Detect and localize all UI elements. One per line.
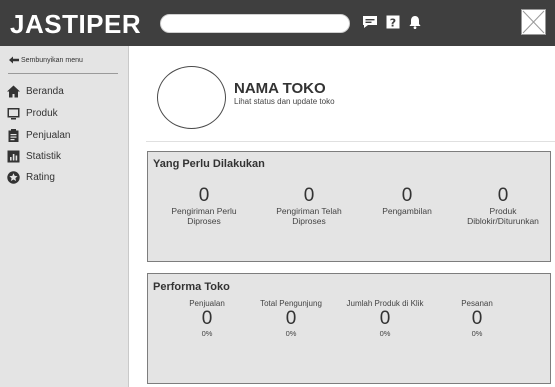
perf-item-visitors[interactable]: Total Pengunjung 0 0% (249, 299, 333, 339)
sidebar-item-label: Statistik (26, 150, 62, 162)
sidebar-item-beranda[interactable]: Beranda (7, 84, 64, 98)
sidebar-item-rating[interactable]: Rating (7, 170, 55, 184)
help-icon[interactable]: ? (385, 14, 401, 30)
stat-value: 0 (471, 308, 483, 329)
stat-value: 0 (201, 308, 213, 329)
stat-label: Pengambilan (382, 206, 432, 216)
star-icon (7, 170, 20, 184)
chart-icon (7, 150, 20, 162)
todo-title: Yang Perlu Dilakukan (153, 158, 265, 170)
shop-name: NAMA TOKO (234, 80, 326, 97)
todo-item-pickup[interactable]: 0 Pengambilan (362, 185, 452, 217)
todo-item-pending-shipment[interactable]: 0 Pengiriman Perlu Diproses (156, 185, 252, 227)
sidebar-item-produk[interactable]: Produk (7, 106, 58, 120)
stat-value: 0 (303, 185, 315, 206)
svg-text:?: ? (390, 17, 396, 30)
stat-label: Diproses (292, 216, 326, 226)
stat-label: Pengiriman Perlu (171, 206, 237, 216)
perf-item-product-clicks[interactable]: Jumlah Produk di Klik 0 0% (335, 299, 435, 339)
stat-label: Diproses (187, 216, 221, 226)
sidebar: Sembunyikan menu Beranda Produk Penjuala… (0, 46, 129, 387)
close-icon (522, 10, 545, 34)
chat-icon[interactable] (362, 14, 378, 30)
sidebar-item-penjualan[interactable]: Penjualan (7, 128, 70, 142)
clipboard-icon (8, 128, 19, 142)
perf-item-orders[interactable]: Pesanan 0 0% (442, 299, 512, 339)
performance-title: Performa Toko (153, 281, 230, 293)
stat-value: 0 (198, 185, 210, 206)
brand-logo[interactable]: JASTIPER (10, 9, 141, 40)
stat-percent: 0% (471, 329, 483, 338)
sidebar-divider (8, 73, 118, 74)
hide-menu-label: Sembunyikan menu (21, 56, 83, 64)
stat-value: 0 (285, 308, 297, 329)
stat-label: Pengiriman Telah (276, 206, 342, 216)
home-icon (7, 85, 20, 97)
todo-item-processed-shipment[interactable]: 0 Pengiriman Telah Diproses (261, 185, 357, 227)
search-input[interactable] (160, 14, 350, 33)
shop-avatar[interactable] (157, 66, 226, 129)
shop-status-link[interactable]: Lihat status dan update toko (234, 97, 335, 106)
bell-icon[interactable] (407, 14, 423, 30)
stat-value: 0 (379, 308, 391, 329)
todo-panel: Yang Perlu Dilakukan 0 Pengiriman Perlu … (147, 151, 551, 262)
sidebar-item-statistik[interactable]: Statistik (7, 149, 61, 163)
todo-item-blocked-products[interactable]: 0 Produk Diblokir/Diturunkan (456, 185, 550, 227)
hide-menu-button[interactable]: Sembunyikan menu (9, 56, 83, 64)
stat-percent: 0% (285, 329, 297, 338)
sidebar-item-label: Penjualan (26, 129, 71, 141)
stat-label: Diblokir/Diturunkan (467, 216, 539, 226)
stat-percent: 0% (201, 329, 213, 338)
stat-value: 0 (401, 185, 413, 206)
back-arrow-icon (9, 56, 19, 64)
stat-percent: 0% (379, 329, 391, 338)
main-divider (146, 141, 555, 142)
stat-label: Produk (489, 206, 517, 216)
sidebar-item-label: Rating (26, 171, 55, 183)
stat-value: 0 (497, 185, 509, 206)
close-button[interactable] (521, 9, 546, 35)
performance-panel: Performa Toko Penjualan 0 0% Total Pengu… (147, 273, 551, 384)
sidebar-item-label: Produk (26, 107, 58, 119)
product-icon (7, 107, 20, 119)
sidebar-item-label: Beranda (26, 85, 64, 97)
perf-item-sales[interactable]: Penjualan 0 0% (172, 299, 242, 339)
top-bar: JASTIPER ? (0, 0, 555, 46)
